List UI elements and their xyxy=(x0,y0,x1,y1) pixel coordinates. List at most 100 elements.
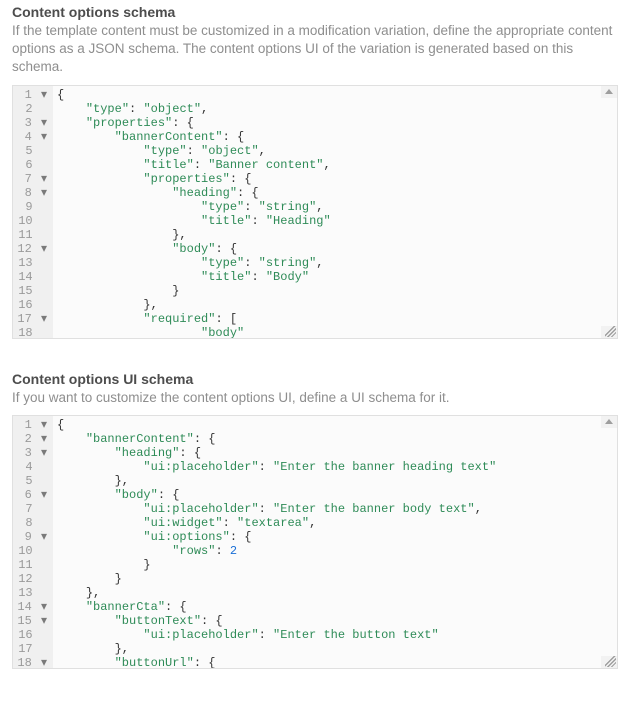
code-line[interactable]: }, xyxy=(57,586,613,600)
gutter-line: 9 ▾ xyxy=(17,530,47,544)
section-description: If you want to customize the content opt… xyxy=(12,389,618,407)
code-line[interactable]: { xyxy=(57,88,613,102)
fold-toggle-icon[interactable]: ▾ xyxy=(39,432,47,446)
code-editor[interactable]: 1 ▾ 2 ▾ 3 ▾ 4 5 6 ▾ 7 8 9 ▾10 11 12 13 1… xyxy=(12,415,618,669)
gutter-line: 13 xyxy=(17,256,47,270)
gutter-line: 1 ▾ xyxy=(17,418,47,432)
code-line[interactable]: "heading": { xyxy=(57,186,613,200)
code-line[interactable]: "buttonUrl": { xyxy=(57,656,613,668)
code-line[interactable]: } xyxy=(57,284,613,298)
code-line[interactable]: "title": "Body" xyxy=(57,270,613,284)
gutter-line: 14 ▾ xyxy=(17,600,47,614)
resize-grip-icon[interactable] xyxy=(605,656,616,667)
gutter-line: 3 ▾ xyxy=(17,446,47,460)
code-line[interactable]: }, xyxy=(57,642,613,656)
fold-toggle-icon[interactable]: ▾ xyxy=(39,88,47,102)
gutter-line: 9 xyxy=(17,200,47,214)
fold-toggle-icon[interactable]: ▾ xyxy=(39,242,47,256)
code-line[interactable]: "bannerContent": { xyxy=(57,432,613,446)
editor-code[interactable]: { "type": "object", "properties": { "ban… xyxy=(53,86,617,338)
gutter-line: 16 xyxy=(17,628,47,642)
code-line[interactable]: "body" xyxy=(57,326,613,338)
gutter-line: 7 ▾ xyxy=(17,172,47,186)
code-line[interactable]: "buttonText": { xyxy=(57,614,613,628)
code-line[interactable]: "rows": 2 xyxy=(57,544,613,558)
fold-toggle-icon[interactable]: ▾ xyxy=(39,172,47,186)
gutter-line: 6 ▾ xyxy=(17,488,47,502)
gutter-line: 8 ▾ xyxy=(17,186,47,200)
gutter-line: 7 xyxy=(17,502,47,516)
code-line[interactable]: "title": "Heading" xyxy=(57,214,613,228)
gutter-line: 18 xyxy=(17,326,47,338)
section-description: If the template content must be customiz… xyxy=(12,22,618,77)
gutter-line: 11 xyxy=(17,558,47,572)
gutter-line: 8 xyxy=(17,516,47,530)
code-line[interactable]: "properties": { xyxy=(57,116,613,130)
code-line[interactable]: "ui:placeholder": "Enter the banner body… xyxy=(57,502,613,516)
fold-toggle-icon[interactable]: ▾ xyxy=(39,130,47,144)
code-line[interactable]: "type": "string", xyxy=(57,200,613,214)
code-line[interactable]: "ui:options": { xyxy=(57,530,613,544)
section-title: Content options schema xyxy=(12,4,618,20)
fold-toggle-icon[interactable]: ▾ xyxy=(39,186,47,200)
gutter-line: 15 xyxy=(17,284,47,298)
editor-gutter: 1 ▾ 2 ▾ 3 ▾ 4 5 6 ▾ 7 8 9 ▾10 11 12 13 1… xyxy=(13,416,53,668)
gutter-line: 3 ▾ xyxy=(17,116,47,130)
editor-code[interactable]: { "bannerContent": { "heading": { "ui:pl… xyxy=(53,416,617,668)
editor-gutter: 1 ▾ 2 3 ▾ 4 ▾ 5 6 7 ▾ 8 ▾ 9 10 11 12 ▾13… xyxy=(13,86,53,338)
fold-toggle-icon[interactable]: ▾ xyxy=(39,418,47,432)
gutter-line: 10 xyxy=(17,544,47,558)
fold-toggle-icon[interactable]: ▾ xyxy=(39,446,47,460)
gutter-line: 4 ▾ xyxy=(17,130,47,144)
code-line[interactable]: "type": "string", xyxy=(57,256,613,270)
fold-toggle-icon[interactable]: ▾ xyxy=(39,530,47,544)
fold-toggle-icon[interactable]: ▾ xyxy=(39,614,47,628)
code-line[interactable]: }, xyxy=(57,228,613,242)
gutter-line: 13 xyxy=(17,586,47,600)
fold-toggle-icon[interactable]: ▾ xyxy=(39,656,47,668)
gutter-line: 16 xyxy=(17,298,47,312)
gutter-line: 15 ▾ xyxy=(17,614,47,628)
chevron-up-icon xyxy=(605,89,613,94)
gutter-line: 14 xyxy=(17,270,47,284)
code-line[interactable]: "bannerContent": { xyxy=(57,130,613,144)
gutter-line: 11 xyxy=(17,228,47,242)
code-line[interactable]: "body": { xyxy=(57,242,613,256)
gutter-line: 5 xyxy=(17,474,47,488)
scroll-up-button[interactable] xyxy=(601,416,617,428)
code-line[interactable]: { xyxy=(57,418,613,432)
resize-grip-icon[interactable] xyxy=(605,326,616,337)
section-schema: Content options schema If the template co… xyxy=(12,4,618,339)
code-line[interactable]: "body": { xyxy=(57,488,613,502)
code-line[interactable]: "title": "Banner content", xyxy=(57,158,613,172)
code-line[interactable]: }, xyxy=(57,474,613,488)
code-line[interactable]: "type": "object", xyxy=(57,144,613,158)
code-line[interactable]: "ui:placeholder": "Enter the button text… xyxy=(57,628,613,642)
chevron-up-icon xyxy=(605,419,613,424)
gutter-line: 1 ▾ xyxy=(17,88,47,102)
fold-toggle-icon[interactable]: ▾ xyxy=(39,312,47,326)
gutter-line: 4 xyxy=(17,460,47,474)
code-line[interactable]: "ui:widget": "textarea", xyxy=(57,516,613,530)
gutter-line: 17 xyxy=(17,642,47,656)
fold-toggle-icon[interactable]: ▾ xyxy=(39,116,47,130)
code-line[interactable]: "ui:placeholder": "Enter the banner head… xyxy=(57,460,613,474)
gutter-line: 12 ▾ xyxy=(17,242,47,256)
code-line[interactable]: "heading": { xyxy=(57,446,613,460)
code-line[interactable]: } xyxy=(57,572,613,586)
code-line[interactable]: "properties": { xyxy=(57,172,613,186)
section-title: Content options UI schema xyxy=(12,371,618,387)
code-line[interactable]: "bannerCta": { xyxy=(57,600,613,614)
gutter-line: 12 xyxy=(17,572,47,586)
gutter-line: 18 ▾ xyxy=(17,656,47,668)
code-editor[interactable]: 1 ▾ 2 3 ▾ 4 ▾ 5 6 7 ▾ 8 ▾ 9 10 11 12 ▾13… xyxy=(12,85,618,339)
code-line[interactable]: "required": [ xyxy=(57,312,613,326)
scroll-up-button[interactable] xyxy=(601,86,617,98)
fold-toggle-icon[interactable]: ▾ xyxy=(39,488,47,502)
gutter-line: 2 ▾ xyxy=(17,432,47,446)
fold-toggle-icon[interactable]: ▾ xyxy=(39,600,47,614)
gutter-line: 6 xyxy=(17,158,47,172)
code-line[interactable]: } xyxy=(57,558,613,572)
code-line[interactable]: }, xyxy=(57,298,613,312)
code-line[interactable]: "type": "object", xyxy=(57,102,613,116)
